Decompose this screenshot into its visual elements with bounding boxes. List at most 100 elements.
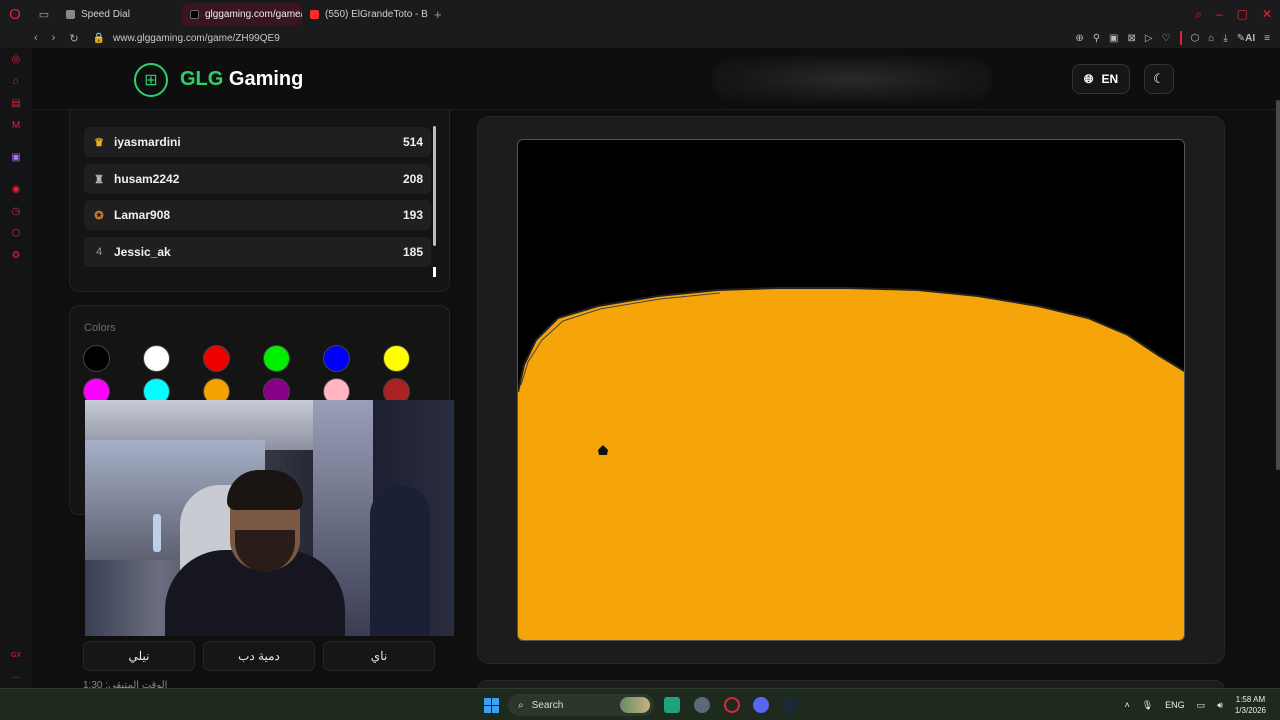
clock[interactable]: 1:58 AM 1/3/2026: [1235, 694, 1266, 716]
volume-icon[interactable]: 🔊︎: [1217, 700, 1223, 711]
nav-buttons: ‹ › ↻: [34, 32, 79, 45]
search-icon: ⌕: [518, 699, 524, 711]
minimize-icon[interactable]: –: [1216, 7, 1223, 21]
page-scrollbar[interactable]: [1276, 100, 1280, 470]
leaderboard-scrollbar[interactable]: [433, 126, 436, 246]
screen: O ▭ Speed Dial glggaming.com/game/ZH (55…: [0, 0, 1280, 720]
leaderboard-row: 4 Jessic_ak 185: [84, 237, 431, 267]
search-highlight-icon: [620, 697, 650, 713]
moon-icon: ☾: [1153, 71, 1165, 86]
address-bar: ‹ › ↻ 🔒 www.glggaming.com/game/ZH99QE9 ⊕…: [0, 28, 1280, 48]
pin-icon[interactable]: ⚲: [1093, 33, 1100, 44]
leaderboard-row: ✪ Lamar908 193: [84, 200, 431, 230]
toolbar-divider: [1179, 31, 1182, 45]
search-tabs-icon[interactable]: ⌕: [1195, 7, 1202, 22]
opera-sidebar: ◎ ⌂ ▤ M ▣ ◉ ◷ ⬡ ⚙ GX …: [0, 48, 32, 688]
ai-icon[interactable]: ✎AI: [1237, 33, 1255, 44]
windows-start-icon[interactable]: [484, 698, 499, 713]
color-swatch[interactable]: [143, 345, 170, 372]
heart-icon[interactable]: ♡: [1162, 33, 1171, 44]
canvas-drawing: [518, 287, 1184, 640]
player-icon[interactable]: ▷: [1145, 33, 1153, 44]
speed-dial-icon: [66, 9, 75, 19]
glg-favicon-icon: [190, 9, 199, 19]
snapshot-icon[interactable]: ▣: [1109, 33, 1118, 44]
color-swatch[interactable]: [263, 345, 290, 372]
menu-icon[interactable]: ≡: [1264, 33, 1270, 44]
twitch-icon[interactable]: ▣: [10, 152, 22, 164]
color-swatch[interactable]: [83, 345, 110, 372]
site-header: ⊞ GLG Gaming 🌐︎ EN ☾: [32, 48, 1280, 110]
network-icon[interactable]: ▭: [1197, 700, 1206, 711]
extensions-sidebar-icon[interactable]: ⬡: [10, 228, 22, 240]
opera-logo-icon[interactable]: O: [0, 0, 30, 28]
opera-gx-taskbar-icon[interactable]: [724, 697, 740, 713]
maximize-icon[interactable]: ▢: [1237, 7, 1248, 21]
tab-menu-icon[interactable]: ▭: [30, 8, 58, 21]
tab-glggaming[interactable]: glggaming.com/game/ZH: [182, 3, 302, 25]
shopping-icon[interactable]: ⌂: [10, 76, 22, 88]
wallet-icon[interactable]: ⌂: [1208, 33, 1214, 44]
webcam-person-hair: [227, 470, 303, 510]
webcam-overlay: [85, 400, 454, 636]
close-icon[interactable]: ✕: [1262, 7, 1272, 21]
medal-bronze-icon: ✪: [94, 209, 104, 222]
zoom-icon[interactable]: ⊕: [1075, 33, 1083, 44]
aria-icon[interactable]: ◎: [10, 54, 22, 66]
trophy-silver-icon: ♜: [94, 173, 104, 186]
steam-icon[interactable]: [782, 697, 798, 713]
orange-fill-shape: [518, 288, 1184, 640]
word-choice-button[interactable]: نيلي: [83, 641, 195, 671]
gamepad-icon[interactable]: ⊞: [134, 63, 168, 97]
color-swatch[interactable]: [203, 345, 230, 372]
taskbar-search[interactable]: ⌕ Search: [508, 694, 654, 716]
language-button[interactable]: 🌐︎ EN: [1072, 64, 1130, 94]
blurred-region: [712, 56, 992, 102]
settings-icon[interactable]: ⚙: [10, 250, 22, 262]
history-icon[interactable]: ◷: [10, 206, 22, 218]
forward-icon[interactable]: ›: [52, 32, 56, 45]
lock-icon[interactable]: 🔒: [93, 33, 105, 44]
color-swatch[interactable]: [383, 345, 410, 372]
new-tab-icon[interactable]: +: [434, 7, 442, 22]
drawing-canvas[interactable]: [517, 139, 1185, 641]
app-icon[interactable]: [664, 697, 680, 713]
leaderboard-panel: ♛ iyasmardini 514 ♜ husam2242 208 ✪ Lama…: [69, 110, 450, 292]
webcam-chair-right: [370, 485, 430, 636]
windows-taskbar: ⌕ Search ˄ 🎙︎ ENG ▭ 🔊︎ 1:58 AM 1/3/2026: [0, 688, 1280, 720]
gmail-icon[interactable]: M: [10, 120, 22, 132]
colors-title: Colors: [84, 322, 116, 334]
leaderboard-scroll-thumb[interactable]: [433, 267, 436, 277]
extensions-icon[interactable]: ⬡: [1191, 33, 1200, 44]
leaderboard-row: ♜ husam2242 208: [84, 164, 431, 194]
webcam-bottle: [153, 514, 161, 552]
color-swatch[interactable]: [323, 345, 350, 372]
settings-app-icon[interactable]: [694, 697, 710, 713]
download-icon[interactable]: ⤓: [1223, 33, 1227, 44]
messenger-icon[interactable]: ▤: [10, 98, 22, 110]
more-icon[interactable]: …: [10, 670, 22, 682]
word-choice-button[interactable]: دمية دب: [203, 641, 315, 671]
discord-icon[interactable]: [753, 697, 769, 713]
youtube-icon: [310, 9, 319, 19]
theme-toggle-button[interactable]: ☾: [1144, 64, 1174, 94]
site-logo[interactable]: GLG Gaming: [180, 68, 303, 91]
word-choice-button[interactable]: ناي: [323, 641, 435, 671]
gx-icon[interactable]: GX: [10, 650, 22, 662]
back-icon[interactable]: ‹: [34, 32, 38, 45]
reload-icon[interactable]: ↻: [69, 32, 78, 45]
url-field[interactable]: www.glggaming.com/game/ZH99QE9: [113, 33, 280, 44]
globe-icon: 🌐︎: [1083, 71, 1094, 86]
leaderboard-row: ♛ iyasmardini 514: [84, 127, 431, 157]
tab-speed-dial[interactable]: Speed Dial: [58, 3, 182, 25]
system-tray: ˄ 🎙︎ ENG ▭ 🔊︎ 1:58 AM 1/3/2026: [1124, 694, 1266, 716]
player-sidebar-icon[interactable]: ◉: [10, 184, 22, 196]
adblock-icon[interactable]: ⊠: [1128, 33, 1136, 44]
chevron-up-icon[interactable]: ˄: [1124, 700, 1129, 710]
browser-toolbar: ⊕ ⚲ ▣ ⊠ ▷ ♡ ⬡ ⌂ ⤓ ✎AI ≡: [1075, 28, 1270, 48]
browser-tab-strip: O ▭ Speed Dial glggaming.com/game/ZH (55…: [0, 0, 1280, 28]
window-controls: ⌕ – ▢ ✕: [1195, 0, 1272, 28]
crown-icon: ♛: [94, 136, 104, 149]
microphone-icon[interactable]: 🎙︎: [1142, 700, 1153, 711]
tab-youtube[interactable]: (550) ElGrandeToto - BILLI: [302, 3, 428, 25]
